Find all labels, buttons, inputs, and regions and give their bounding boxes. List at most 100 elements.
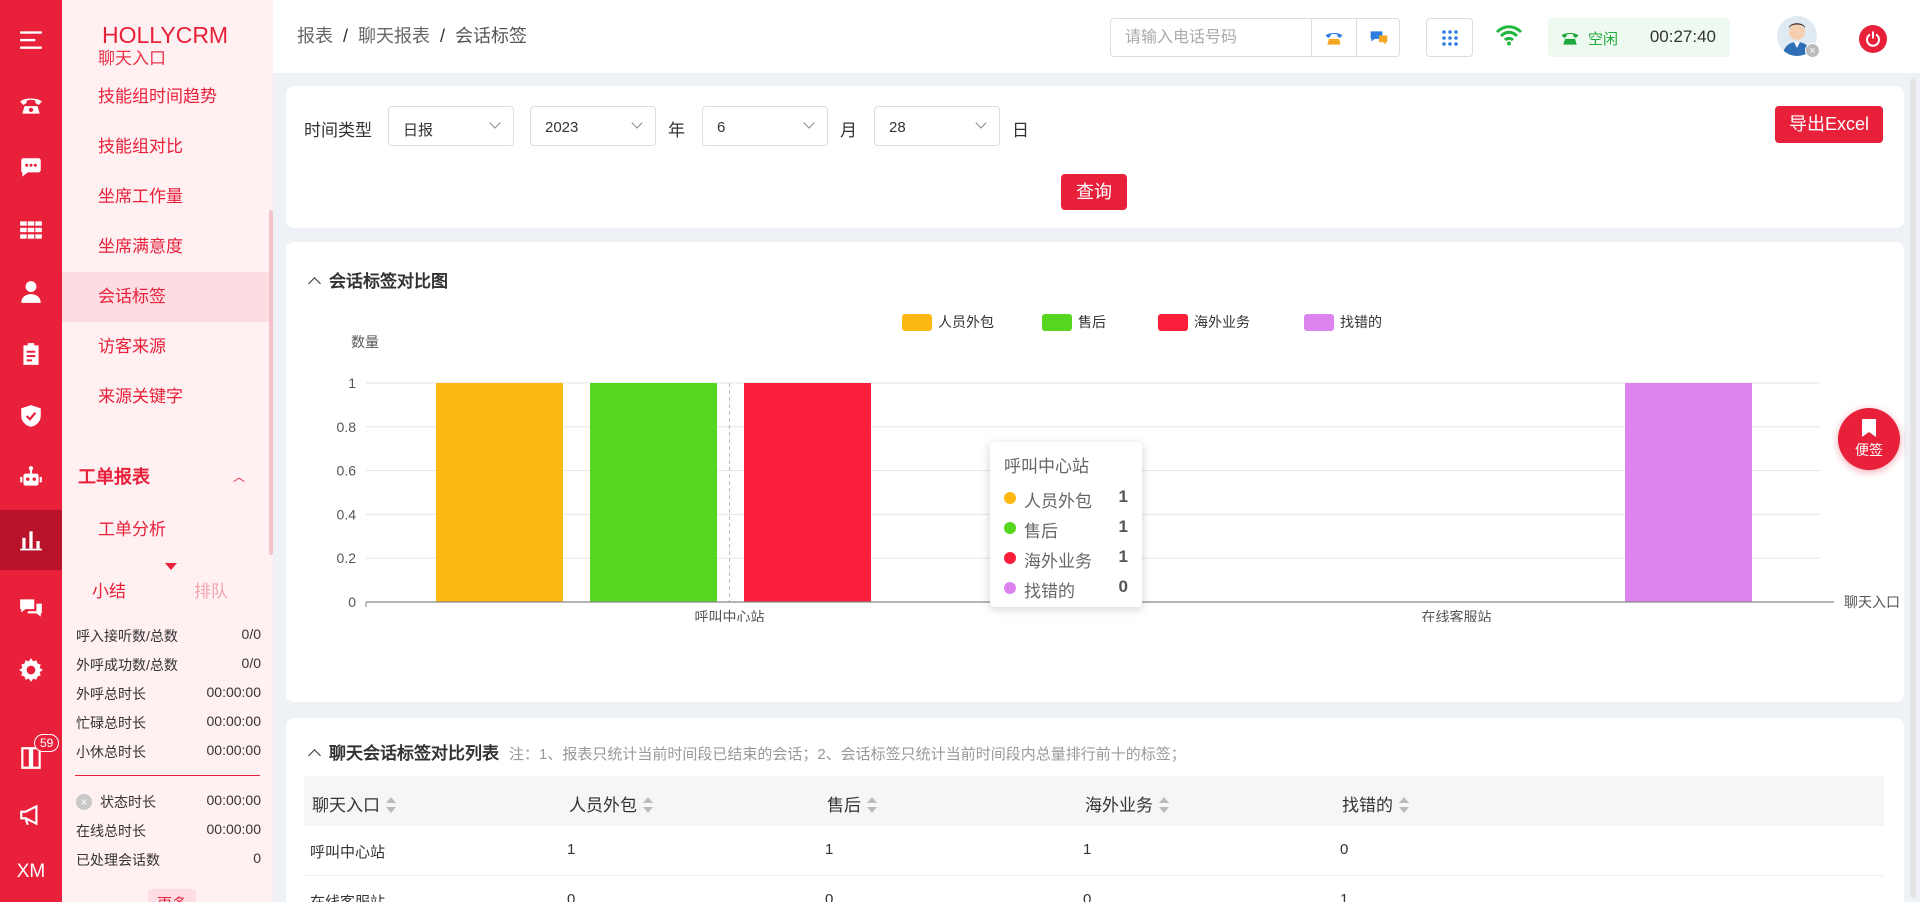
breadcrumb: 报表 / 聊天报表 / 会话标签 bbox=[297, 26, 528, 46]
summary-row: 忙碌总时长 00:00:00 bbox=[62, 707, 273, 736]
summary-value: 00:00:00 bbox=[206, 742, 262, 758]
time-type-select[interactable]: 日报 bbox=[388, 106, 514, 146]
table-cell: 0 bbox=[1083, 891, 1092, 902]
tooltip-row: 人员外包 1 bbox=[1004, 483, 1128, 513]
sort-arrows-icon[interactable] bbox=[1159, 797, 1169, 813]
subnav-item[interactable]: 技能组时间趋势 bbox=[62, 72, 273, 122]
sticky-note-button[interactable]: 便签 bbox=[1838, 408, 1900, 470]
table-section-header[interactable]: 聊天会话标签对比列表 注：1、报表只统计当前时间段已结束的会话；2、会话标签只统计… bbox=[306, 739, 1186, 764]
legend-swatch bbox=[1304, 314, 1334, 331]
series-dot-icon bbox=[1004, 582, 1016, 594]
column-header[interactable]: 海外业务 bbox=[1085, 791, 1169, 816]
status-clear-icon[interactable]: × bbox=[76, 794, 92, 810]
shield-icon[interactable] bbox=[0, 386, 62, 446]
column-header[interactable]: 人员外包 bbox=[569, 791, 653, 816]
phone-number-input[interactable] bbox=[1111, 19, 1311, 56]
year-select[interactable]: 2023 bbox=[530, 106, 656, 146]
phone-dial-box bbox=[1110, 18, 1400, 57]
subnav-item[interactable]: 坐席满意度 bbox=[62, 222, 273, 272]
subnav-item-chat-entry[interactable]: 聊天入口 bbox=[62, 44, 166, 74]
table-section-title: 聊天会话标签对比列表 bbox=[329, 744, 499, 763]
sort-arrows-icon[interactable] bbox=[1399, 797, 1409, 813]
breadcrumb-current: 会话标签 bbox=[455, 26, 528, 46]
notebook-icon[interactable]: 59 bbox=[0, 728, 62, 788]
report-chart-icon[interactable] bbox=[0, 510, 62, 570]
table-row: 在线客服站 0 0 0 1 bbox=[304, 876, 1884, 902]
export-excel-button[interactable]: 导出Excel bbox=[1775, 106, 1883, 143]
subnav-item-ticket-analysis[interactable]: 工单分析 bbox=[62, 505, 273, 555]
subnav-item[interactable]: 来源关键字 bbox=[62, 372, 273, 422]
rail-footer-label: XM bbox=[16, 861, 46, 882]
subnav-group-ticket-report[interactable]: 工单报表 ︿ bbox=[62, 452, 273, 502]
summary-row: 小休总时长 00:00:00 bbox=[62, 736, 273, 765]
message-icon[interactable] bbox=[0, 578, 62, 638]
announcement-icon[interactable] bbox=[0, 785, 62, 845]
sms-chat-icon bbox=[1370, 30, 1388, 45]
wifi-signal-icon bbox=[1495, 25, 1523, 46]
sort-arrows-icon[interactable] bbox=[386, 797, 396, 813]
sort-arrows-icon[interactable] bbox=[867, 797, 877, 813]
summary-row: 外呼总时长 00:00:00 bbox=[62, 678, 273, 707]
summary-row: 呼入接听数/总数 0/0 bbox=[62, 620, 273, 649]
y-tick-label: 0.4 bbox=[337, 506, 357, 522]
column-header[interactable]: 售后 bbox=[827, 791, 877, 816]
legend-label: 售后 bbox=[1078, 314, 1106, 330]
bar[interactable] bbox=[436, 383, 563, 602]
table-card: 聊天会话标签对比列表 注：1、报表只统计当前时间段已结束的会话；2、会话标签只统计… bbox=[286, 718, 1904, 902]
logout-power-button[interactable] bbox=[1859, 25, 1887, 53]
table-cell: 在线客服站 bbox=[310, 891, 385, 902]
dialpad-button[interactable] bbox=[1426, 18, 1473, 57]
phone-icon[interactable] bbox=[0, 75, 62, 135]
summary-row: 在线总时长 00:00:00 bbox=[62, 815, 273, 844]
user-icon[interactable] bbox=[0, 262, 62, 322]
robot-icon[interactable] bbox=[0, 448, 62, 508]
month-select[interactable]: 6 bbox=[702, 106, 828, 146]
y-tick-label: 0.8 bbox=[337, 419, 357, 435]
dial-button[interactable] bbox=[1311, 19, 1356, 56]
legend-item[interactable]: 找错的 bbox=[1304, 314, 1382, 331]
table-icon[interactable] bbox=[0, 200, 62, 260]
summary-label: 呼入接听数/总数 bbox=[76, 628, 178, 644]
tooltip-title: 呼叫中心站 bbox=[1004, 457, 1089, 476]
subnav-group-label: 工单报表 bbox=[78, 467, 150, 487]
query-button[interactable]: 查询 bbox=[1061, 174, 1127, 210]
subnav-item[interactable]: 坐席工作量 bbox=[62, 172, 273, 222]
table-row: 呼叫中心站 1 1 1 0 bbox=[304, 826, 1884, 876]
column-header[interactable]: 找错的 bbox=[1342, 791, 1409, 816]
day-select[interactable]: 28 bbox=[874, 106, 1000, 146]
chat-icon[interactable] bbox=[0, 138, 62, 198]
subnav-item[interactable]: 会话标签 bbox=[62, 272, 273, 322]
breadcrumb-item[interactable]: 聊天报表 bbox=[358, 26, 430, 46]
dialpad-icon bbox=[1441, 29, 1458, 46]
page-scrollbar[interactable] bbox=[1910, 78, 1916, 898]
sort-arrows-icon[interactable] bbox=[643, 797, 653, 813]
table-cell: 1 bbox=[1340, 891, 1349, 902]
agent-status-indicator[interactable]: 空闲 00:27:40 bbox=[1548, 18, 1730, 57]
bar[interactable] bbox=[590, 383, 717, 602]
clipboard-icon[interactable] bbox=[0, 324, 62, 384]
menu-toggle-icon[interactable] bbox=[0, 10, 62, 70]
chart-tooltip: 呼叫中心站 人员外包 1 售后 1 海外业务 1 找错的 0 bbox=[990, 442, 1142, 607]
settings-gear-icon[interactable] bbox=[0, 640, 62, 700]
legend-item[interactable]: 售后 bbox=[1042, 314, 1106, 331]
tab-queue[interactable]: 排队 bbox=[194, 577, 228, 602]
subnav-scrollbar[interactable] bbox=[269, 210, 273, 555]
tab-summary[interactable]: 小结 bbox=[92, 577, 126, 602]
notification-badge: 59 bbox=[34, 734, 60, 752]
bar[interactable] bbox=[1625, 383, 1752, 602]
subnav-item[interactable]: 技能组对比 bbox=[62, 122, 273, 172]
table-cell: 1 bbox=[1083, 841, 1092, 858]
legend-item[interactable]: 海外业务 bbox=[1158, 314, 1250, 331]
sms-button[interactable] bbox=[1356, 19, 1401, 56]
legend-item[interactable]: 人员外包 bbox=[902, 314, 994, 331]
summary-label: 外呼总时长 bbox=[76, 686, 146, 702]
breadcrumb-item[interactable]: 报表 bbox=[297, 26, 333, 46]
power-icon bbox=[1866, 31, 1880, 47]
subnav-item[interactable]: 访客来源 bbox=[62, 322, 273, 372]
series-dot-icon bbox=[1004, 552, 1016, 564]
column-header[interactable]: 聊天入口 bbox=[312, 791, 396, 816]
more-button[interactable]: 更多 bbox=[148, 889, 197, 902]
avatar-close-icon[interactable]: × bbox=[1805, 43, 1820, 58]
collapse-caret-icon[interactable] bbox=[165, 563, 177, 570]
bar[interactable] bbox=[744, 383, 871, 602]
